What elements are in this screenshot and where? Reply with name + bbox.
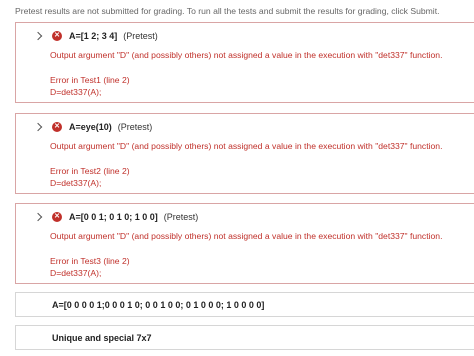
chevron-right-icon[interactable] xyxy=(33,212,43,222)
chevron-right-icon[interactable] xyxy=(33,31,43,41)
pretest-tag: (Pretest) xyxy=(123,31,158,41)
test-result-card[interactable]: Unique and special 7x7 xyxy=(15,325,474,350)
error-code-line: D=det337(A); xyxy=(50,178,102,188)
chevron-right-icon[interactable] xyxy=(33,122,43,132)
error-message: Output argument "D" (and possibly others… xyxy=(50,50,443,60)
test-name: A=[1 2; 3 4] xyxy=(69,31,118,41)
error-message: Output argument "D" (and possibly others… xyxy=(50,231,443,241)
error-location: Error in Test1 (line 2) xyxy=(50,75,130,85)
error-code-line: D=det337(A); xyxy=(50,268,102,278)
test-name: A=eye(10) xyxy=(69,122,112,132)
pretest-tag: (Pretest) xyxy=(163,212,199,222)
x-circle-icon: ✕ xyxy=(52,122,62,132)
test-result-card: ✕ A=[1 2; 3 4] (Pretest) Output argument… xyxy=(15,22,474,103)
x-circle-icon: ✕ xyxy=(52,212,62,222)
error-location: Error in Test3 (line 2) xyxy=(50,256,130,266)
error-location: Error in Test2 (line 2) xyxy=(50,166,130,176)
test-result-card: ✕ A=eye(10) (Pretest) Output argument "D… xyxy=(15,113,474,194)
test-header[interactable]: ✕ A=[0 0 1; 0 1 0; 1 0 0] (Pretest) xyxy=(33,211,199,223)
pretest-notice: Pretest results are not submitted for gr… xyxy=(15,6,440,16)
test-name: A=[0 0 1; 0 1 0; 1 0 0] xyxy=(69,212,158,222)
test-header[interactable]: ✕ A=[1 2; 3 4] (Pretest) xyxy=(33,30,158,42)
x-circle-icon: ✕ xyxy=(52,31,62,41)
error-code-line: D=det337(A); xyxy=(50,87,102,97)
error-message: Output argument "D" (and possibly others… xyxy=(50,141,443,151)
test-name: A=[0 0 0 0 1;0 0 0 1 0; 0 0 1 0 0; 0 1 0… xyxy=(52,300,265,310)
test-result-card[interactable]: A=[0 0 0 0 1;0 0 0 1 0; 0 0 1 0 0; 0 1 0… xyxy=(15,292,474,317)
test-header[interactable]: ✕ A=eye(10) (Pretest) xyxy=(33,121,153,133)
test-name: Unique and special 7x7 xyxy=(52,333,152,343)
pretest-tag: (Pretest) xyxy=(117,122,153,132)
test-result-card: ✕ A=[0 0 1; 0 1 0; 1 0 0] (Pretest) Outp… xyxy=(15,203,474,284)
